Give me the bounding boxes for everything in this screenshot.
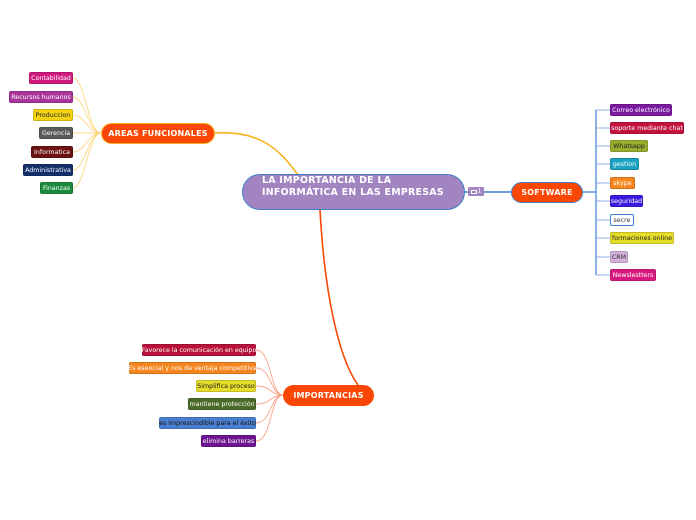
software-item[interactable]: seguridad — [610, 195, 643, 207]
software-item[interactable]: Newslestters — [610, 269, 656, 281]
software-item[interactable]: Whatsapp — [610, 140, 648, 152]
areas-item[interactable]: Informatica — [31, 146, 73, 158]
branch-importancias[interactable]: IMPORTANCIAS — [283, 385, 374, 406]
importancias-item[interactable]: es imprescindible para el éxito — [159, 417, 256, 429]
software-item[interactable]: soporte mediante chat — [610, 122, 684, 134]
comment-icon — [470, 189, 477, 194]
software-item[interactable]: secre — [610, 214, 634, 226]
branch-label: SOFTWARE — [521, 188, 573, 197]
importancias-item[interactable]: Es esencial y nos da ventaja competitiva — [128, 362, 257, 374]
connector-importancias — [319, 209, 359, 386]
importancias-connector — [255, 349, 284, 396]
central-topic[interactable]: LA IMPORTANCIA DE LA INFORMÁTICA EN LAS … — [242, 174, 465, 210]
areas-connector — [72, 132, 102, 153]
areas-connector — [72, 96, 102, 134]
branch-label: IMPORTANCIAS — [293, 391, 364, 400]
areas-item[interactable]: Contabilidad — [29, 72, 73, 84]
branch-label: AREAS FUNCIONALES — [108, 129, 208, 138]
software-item[interactable]: Correo electrónico — [610, 104, 672, 116]
importancias-connector — [255, 394, 284, 424]
importancias-connector — [255, 367, 284, 396]
software-item[interactable]: CRM — [610, 251, 628, 263]
connector-areas — [214, 131, 299, 176]
comment-badge[interactable]: 1 — [468, 187, 484, 196]
software-trunk — [583, 110, 597, 275]
importancias-item[interactable]: Simplifica proceso — [196, 380, 256, 392]
areas-item[interactable]: Produccion — [33, 109, 73, 121]
importancias-item[interactable]: mantiene protección — [188, 398, 256, 410]
areas-item[interactable]: Finanzas — [40, 182, 73, 194]
software-item[interactable]: gestion — [610, 158, 639, 170]
areas-item[interactable]: Gerencia — [39, 127, 73, 139]
areas-item[interactable]: Recursos humanos — [9, 91, 73, 103]
branch-areas-funcionales[interactable]: AREAS FUNCIONALES — [101, 123, 215, 144]
central-topic-line1: LA IMPORTANCIA DE LA — [262, 175, 392, 186]
branch-software[interactable]: SOFTWARE — [511, 182, 583, 203]
connector-layer — [72, 77, 610, 442]
central-topic-line2: INFORMÁTICA EN LAS EMPRESAS — [262, 187, 444, 198]
importancias-connector — [255, 394, 284, 442]
comment-count: 1 — [477, 188, 482, 195]
importancias-item[interactable]: elimina barreras — [201, 435, 256, 447]
importancias-item[interactable]: Favorece la comunicación en equipo — [142, 344, 256, 356]
areas-connector — [72, 132, 102, 189]
software-item[interactable]: skype — [610, 177, 635, 189]
areas-item[interactable]: Administrativa — [23, 164, 73, 176]
software-item[interactable]: formaciones online — [610, 232, 674, 244]
